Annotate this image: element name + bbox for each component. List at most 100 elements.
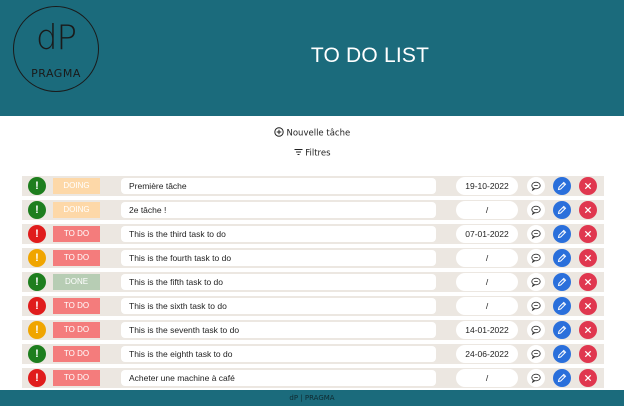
status-badge[interactable]: DOING (53, 178, 100, 194)
comment-button[interactable] (527, 249, 545, 267)
priority-indicator[interactable]: ! (28, 201, 46, 219)
comment-button[interactable] (527, 201, 545, 219)
status-badge[interactable]: TO DO (53, 250, 100, 266)
comment-button[interactable] (527, 225, 545, 243)
task-title[interactable]: Acheter une machine à café (121, 370, 436, 386)
priority-indicator[interactable]: ! (28, 273, 46, 291)
comment-icon (531, 301, 541, 312)
edit-button[interactable] (553, 369, 571, 387)
task-title[interactable]: Première tâche (121, 178, 436, 194)
edit-button[interactable] (553, 177, 571, 195)
priority-indicator[interactable]: ! (28, 249, 46, 267)
comment-icon (531, 181, 541, 192)
task-date[interactable]: / (456, 273, 518, 291)
status-badge[interactable]: TO DO (53, 370, 100, 386)
delete-button[interactable] (579, 177, 597, 195)
comment-icon (531, 325, 541, 336)
priority-indicator[interactable]: ! (28, 225, 46, 243)
task-date[interactable]: / (456, 249, 518, 267)
task-row: ! DOING 2e tâche ! / (22, 200, 604, 220)
page-title: TO DO LIST (310, 44, 430, 67)
edit-button[interactable] (553, 345, 571, 363)
edit-button[interactable] (553, 273, 571, 291)
delete-button[interactable] (579, 273, 597, 291)
task-row: ! TO DO This is the seventh task to do 1… (22, 320, 604, 340)
close-icon (584, 326, 592, 334)
task-title[interactable]: This is the seventh task to do (121, 322, 436, 338)
pencil-icon (557, 181, 567, 191)
task-row: ! TO DO This is the eighth task to do 24… (22, 344, 604, 364)
task-date[interactable]: 14-01-2022 (456, 321, 518, 339)
close-icon (584, 374, 592, 382)
task-date[interactable]: 07-01-2022 (456, 225, 518, 243)
task-title[interactable]: This is the third task to do (121, 226, 436, 242)
task-title[interactable]: This is the fifth task to do (121, 274, 436, 290)
comment-icon (531, 277, 541, 288)
comment-button[interactable] (527, 345, 545, 363)
logo-mark: dP (35, 18, 77, 58)
new-task-label: Nouvelle tâche (286, 128, 351, 139)
status-badge[interactable]: DONE (53, 274, 100, 290)
footer-bar: dP | PRAGMA (0, 390, 624, 406)
delete-button[interactable] (579, 201, 597, 219)
new-task-button[interactable]: Nouvelle tâche (0, 127, 624, 140)
priority-indicator[interactable]: ! (28, 369, 46, 387)
comment-button[interactable] (527, 273, 545, 291)
status-badge[interactable]: TO DO (53, 322, 100, 338)
priority-indicator[interactable]: ! (28, 345, 46, 363)
status-badge[interactable]: TO DO (53, 298, 100, 314)
pencil-icon (557, 301, 567, 311)
pencil-icon (557, 277, 567, 287)
header-bar: dP PRAGMA TO DO LIST (0, 0, 624, 116)
delete-button[interactable] (579, 345, 597, 363)
task-title[interactable]: This is the fourth task to do (121, 250, 436, 266)
task-row: ! DONE This is the fifth task to do / (22, 272, 604, 292)
edit-button[interactable] (553, 225, 571, 243)
delete-button[interactable] (579, 225, 597, 243)
comment-icon (531, 253, 541, 264)
comment-icon (531, 205, 541, 216)
task-title[interactable]: This is the eighth task to do (121, 346, 436, 362)
status-badge[interactable]: TO DO (53, 226, 100, 242)
task-list: ! DOING Première tâche 19-10-2022 ! DOIN… (22, 176, 604, 392)
pragma-logo: dP PRAGMA (13, 6, 99, 92)
priority-indicator[interactable]: ! (28, 321, 46, 339)
pencil-icon (557, 325, 567, 335)
comment-icon (531, 229, 541, 240)
pencil-icon (557, 229, 567, 239)
status-badge[interactable]: TO DO (53, 346, 100, 362)
pencil-icon (557, 349, 567, 359)
task-date[interactable]: 24-06-2022 (456, 345, 518, 363)
task-row: ! TO DO This is the fourth task to do / (22, 248, 604, 268)
comment-button[interactable] (527, 297, 545, 315)
edit-button[interactable] (553, 297, 571, 315)
filters-button[interactable]: Filtres (0, 148, 624, 159)
close-icon (584, 182, 592, 190)
close-icon (584, 206, 592, 214)
comment-button[interactable] (527, 177, 545, 195)
comment-button[interactable] (527, 321, 545, 339)
logo-wordmark: PRAGMA (31, 67, 81, 80)
filter-lines-icon (294, 148, 303, 159)
comment-icon (531, 349, 541, 360)
task-title[interactable]: This is the sixth task to do (121, 298, 436, 314)
task-date[interactable]: / (456, 201, 518, 219)
delete-button[interactable] (579, 249, 597, 267)
filters-label: Filtres (305, 148, 331, 159)
plus-circle-icon (274, 127, 284, 140)
delete-button[interactable] (579, 321, 597, 339)
task-date[interactable]: 19-10-2022 (456, 177, 518, 195)
priority-indicator[interactable]: ! (28, 177, 46, 195)
edit-button[interactable] (553, 201, 571, 219)
task-title[interactable]: 2e tâche ! (121, 202, 436, 218)
edit-button[interactable] (553, 321, 571, 339)
task-date[interactable]: / (456, 297, 518, 315)
delete-button[interactable] (579, 369, 597, 387)
close-icon (584, 350, 592, 358)
edit-button[interactable] (553, 249, 571, 267)
task-date[interactable]: / (456, 369, 518, 387)
comment-button[interactable] (527, 369, 545, 387)
delete-button[interactable] (579, 297, 597, 315)
priority-indicator[interactable]: ! (28, 297, 46, 315)
status-badge[interactable]: DOING (53, 202, 100, 218)
